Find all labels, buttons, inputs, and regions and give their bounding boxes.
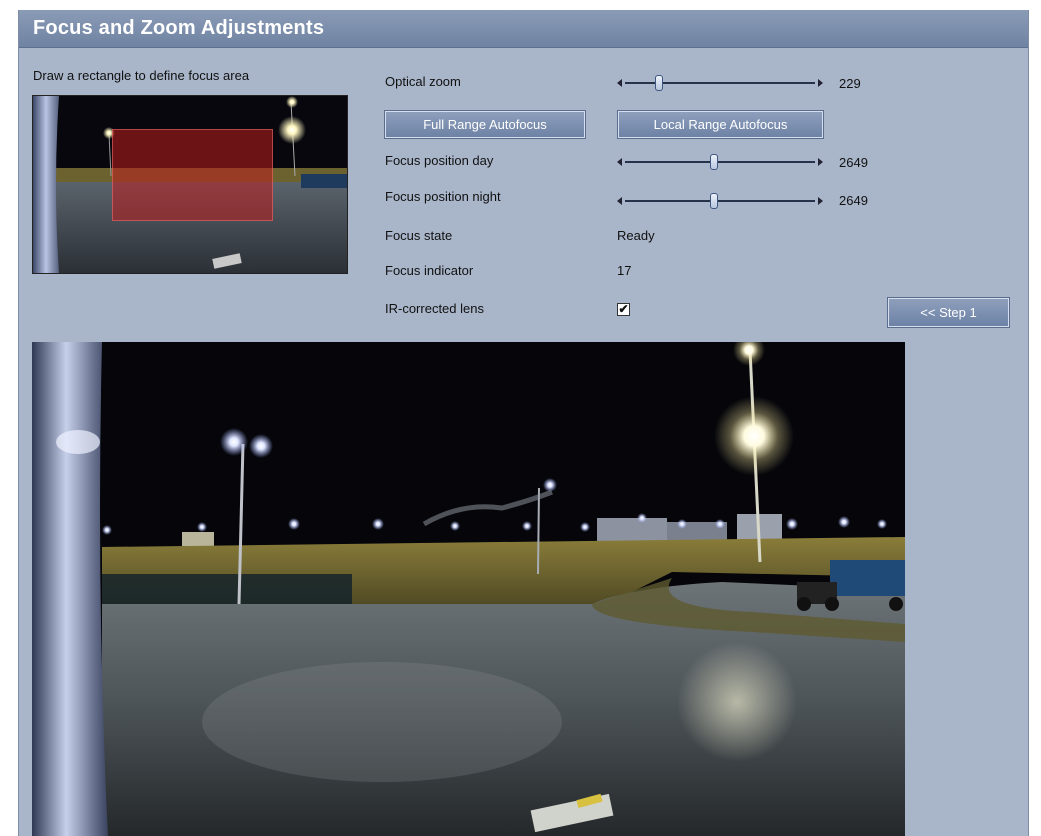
slider-right-arrow-icon[interactable]	[818, 197, 823, 205]
slider-right-arrow-icon[interactable]	[818, 158, 823, 166]
focus-state-value: Ready	[617, 228, 655, 243]
slider-left-arrow-icon[interactable]	[617, 158, 622, 166]
focus-area-hint: Draw a rectangle to define focus area	[33, 68, 250, 83]
slider-thumb[interactable]	[655, 75, 664, 91]
camera-live-image	[32, 342, 905, 836]
ir-corrected-lens-label: IR-corrected lens	[385, 301, 484, 316]
page-title: Focus and Zoom Adjustments	[33, 17, 325, 39]
optical-zoom-slider[interactable]	[617, 75, 823, 91]
slider-thumb[interactable]	[710, 154, 719, 170]
title-bar: Focus and Zoom Adjustments	[19, 10, 1028, 48]
focus-area-rectangle[interactable]	[112, 129, 273, 221]
focus-state-label: Focus state	[385, 228, 453, 243]
focus-zoom-panel: Focus and Zoom Adjustments Draw a rectan…	[18, 10, 1029, 836]
focus-area-preview[interactable]	[32, 95, 348, 274]
local-range-autofocus-button[interactable]: Local Range Autofocus	[617, 110, 824, 139]
focus-position-night-label: Focus position night	[385, 189, 501, 204]
focus-position-day-slider[interactable]	[617, 154, 823, 170]
optical-zoom-label: Optical zoom	[385, 74, 461, 89]
full-range-autofocus-button[interactable]: Full Range Autofocus	[384, 110, 586, 139]
slider-track[interactable]	[625, 82, 815, 84]
focus-indicator-value: 17	[617, 263, 632, 278]
step-1-back-button[interactable]: << Step 1	[887, 297, 1010, 328]
slider-left-arrow-icon[interactable]	[617, 197, 622, 205]
focus-position-night-value: 2649	[839, 193, 868, 208]
slider-right-arrow-icon[interactable]	[818, 79, 823, 87]
focus-position-day-label: Focus position day	[385, 153, 494, 168]
slider-thumb[interactable]	[710, 193, 719, 209]
focus-position-night-slider[interactable]	[617, 193, 823, 209]
ir-corrected-lens-checkbox[interactable]: ✔	[617, 303, 630, 316]
slider-track[interactable]	[625, 200, 815, 202]
focus-indicator-label: Focus indicator	[385, 263, 474, 278]
optical-zoom-value: 229	[839, 76, 861, 91]
slider-track[interactable]	[625, 161, 815, 163]
focus-position-day-value: 2649	[839, 155, 868, 170]
slider-left-arrow-icon[interactable]	[617, 79, 622, 87]
live-camera-view[interactable]	[32, 342, 905, 836]
